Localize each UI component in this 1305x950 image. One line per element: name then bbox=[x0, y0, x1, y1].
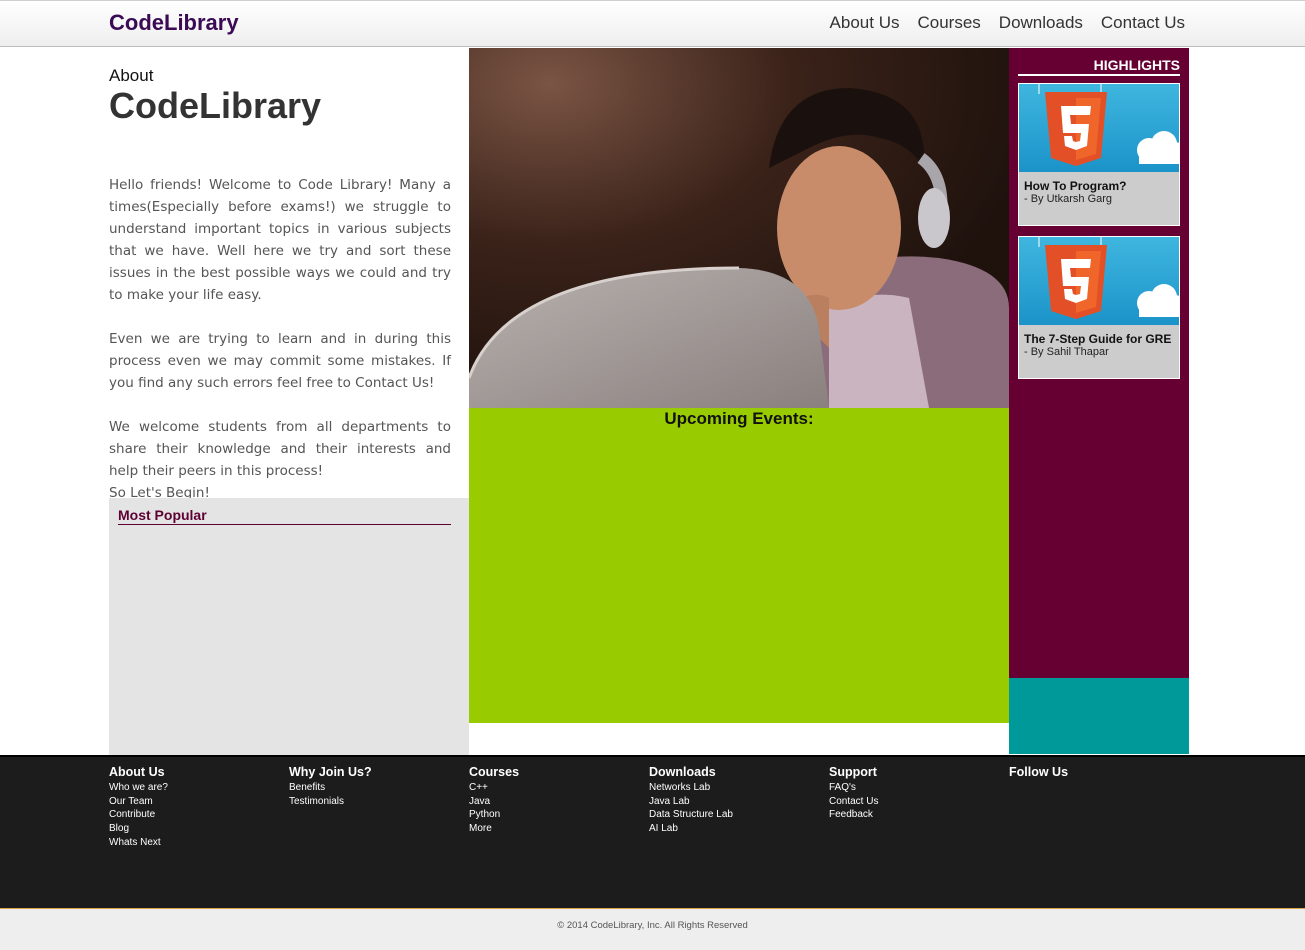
student-laptop-illustration bbox=[469, 48, 1009, 408]
footer-heading: Downloads bbox=[649, 765, 716, 779]
footer-col-follow: Follow Us bbox=[1009, 765, 1068, 781]
footer-heading: About Us bbox=[109, 765, 165, 779]
footer-heading: Follow Us bbox=[1009, 765, 1069, 779]
footer-col-why-join: Why Join Us? Benefits Testimonials bbox=[289, 765, 372, 808]
footer-link[interactable]: Data Structure Lab bbox=[649, 808, 733, 822]
about-paragraph: Even we are trying to learn and in durin… bbox=[109, 331, 451, 391]
about-heading: About CodeLibrary bbox=[109, 66, 451, 126]
upcoming-events-panel: Upcoming Events: bbox=[469, 408, 1009, 723]
footer-col-about: About Us Who we are? Our Team Contribute… bbox=[109, 765, 168, 850]
html5-logo-graphic bbox=[1038, 237, 1179, 319]
footer-link[interactable]: Java Lab bbox=[649, 795, 733, 809]
teal-block bbox=[1009, 678, 1189, 754]
html5-icon bbox=[1019, 237, 1179, 325]
nav-courses[interactable]: Courses bbox=[917, 13, 980, 33]
site-logo[interactable]: CodeLibrary bbox=[109, 10, 239, 36]
top-header: CodeLibrary About Us Courses Downloads C… bbox=[0, 0, 1305, 47]
nav-about-us[interactable]: About Us bbox=[830, 13, 900, 33]
about-text: Hello friends! Welcome to Code Library! … bbox=[109, 174, 451, 504]
copyright-bar: © 2014 CodeLibrary, Inc. All Rights Rese… bbox=[0, 908, 1305, 950]
footer-link[interactable]: Our Team bbox=[109, 795, 168, 809]
most-popular-panel: Most Popular bbox=[109, 498, 469, 755]
about-paragraph: We welcome students from all departments… bbox=[109, 419, 451, 479]
footer-link[interactable]: Feedback bbox=[829, 808, 878, 822]
page-title: CodeLibrary bbox=[109, 85, 322, 126]
footer-link[interactable]: FAQ's bbox=[829, 781, 878, 795]
about-pretitle: About bbox=[109, 66, 154, 85]
footer-link[interactable]: Networks Lab bbox=[649, 781, 733, 795]
hero-image bbox=[469, 48, 1009, 408]
footer-link[interactable]: Contribute bbox=[109, 808, 168, 822]
most-popular-title: Most Popular bbox=[118, 507, 451, 525]
footer-link[interactable]: Python bbox=[469, 808, 519, 822]
footer-col-support: Support FAQ's Contact Us Feedback bbox=[829, 765, 878, 822]
nav-downloads[interactable]: Downloads bbox=[999, 13, 1083, 33]
highlight-card[interactable]: How To Program? - By Utkarsh Garg bbox=[1018, 83, 1180, 226]
copyright-text: © 2014 CodeLibrary, Inc. All Rights Rese… bbox=[557, 920, 748, 931]
highlights-title: HIGHLIGHTS bbox=[1018, 57, 1180, 76]
footer-link[interactable]: C++ bbox=[469, 781, 519, 795]
footer-link[interactable]: Contact Us bbox=[829, 795, 878, 809]
nav-contact-us[interactable]: Contact Us bbox=[1101, 13, 1185, 33]
footer-heading: Why Join Us? bbox=[289, 765, 372, 779]
highlight-title: How To Program? bbox=[1024, 179, 1127, 193]
footer-link[interactable]: Benefits bbox=[289, 781, 372, 795]
html5-logo-graphic bbox=[1038, 84, 1179, 166]
highlights-sidebar: HIGHLIGHTS How To Program? - By Utkarsh … bbox=[1009, 48, 1189, 678]
footer-link[interactable]: Java bbox=[469, 795, 519, 809]
footer-col-courses: Courses C++ Java Python More bbox=[469, 765, 519, 836]
highlight-card[interactable]: The 7-Step Guide for GRE - By Sahil Thap… bbox=[1018, 236, 1180, 379]
highlight-author: - By Utkarsh Garg bbox=[1024, 193, 1113, 205]
footer-link[interactable]: Who we are? bbox=[109, 781, 168, 795]
footer-link[interactable]: More bbox=[469, 822, 519, 836]
highlight-title: The 7-Step Guide for GRE bbox=[1024, 332, 1172, 346]
footer-link[interactable]: Whats Next bbox=[109, 836, 168, 850]
footer-heading: Courses bbox=[469, 765, 520, 779]
html5-icon bbox=[1019, 84, 1179, 172]
footer-col-downloads: Downloads Networks Lab Java Lab Data Str… bbox=[649, 765, 733, 836]
footer-link[interactable]: AI Lab bbox=[649, 822, 733, 836]
highlight-author: - By Sahil Thapar bbox=[1024, 346, 1109, 358]
footer-heading: Support bbox=[829, 765, 877, 779]
footer-link[interactable]: Testimonials bbox=[289, 795, 372, 809]
footer: About Us Who we are? Our Team Contribute… bbox=[0, 755, 1305, 908]
footer-link[interactable]: Blog bbox=[109, 822, 168, 836]
upcoming-events-title: Upcoming Events: bbox=[664, 409, 814, 428]
main-nav: About Us Courses Downloads Contact Us bbox=[830, 13, 1185, 33]
about-paragraph: Hello friends! Welcome to Code Library! … bbox=[109, 177, 451, 303]
